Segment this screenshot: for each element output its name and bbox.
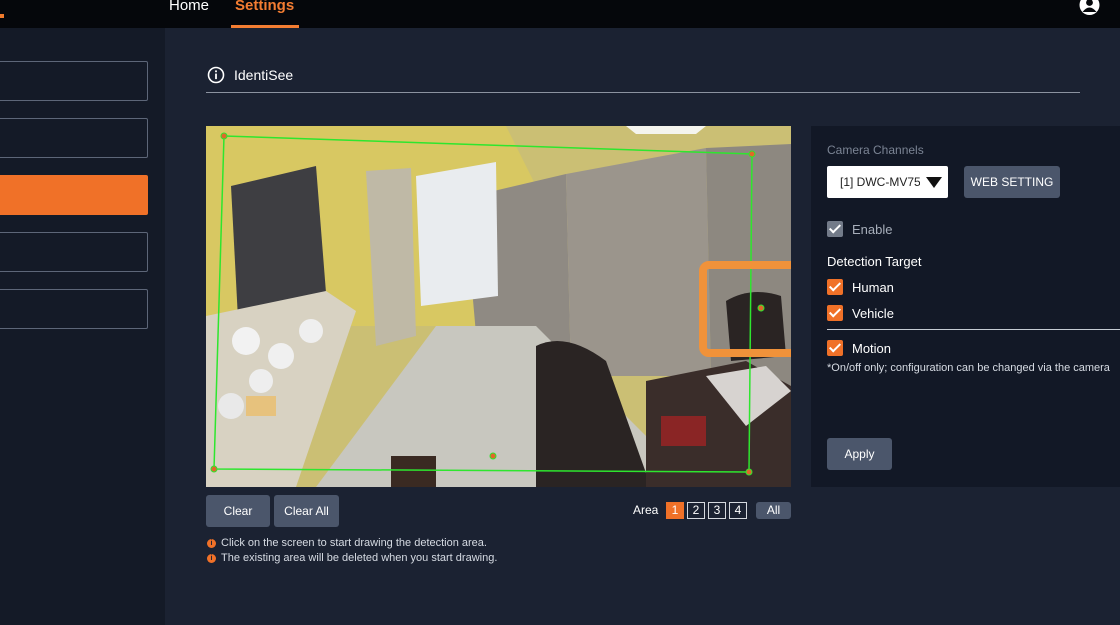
- region-midpoint[interactable]: [757, 304, 765, 312]
- enable-label: Enable: [852, 221, 893, 237]
- camera-channel-value: [1] DWC-MV75': [840, 175, 920, 189]
- hint-text: The existing area will be deleted when y…: [221, 552, 498, 564]
- hint-text: Click on the screen to start drawing the…: [221, 537, 487, 549]
- clear-button[interactable]: Clear: [206, 495, 270, 527]
- hint-note: i Click on the screen to start drawing t…: [207, 537, 487, 549]
- motion-label: Motion: [852, 340, 892, 356]
- panel-divider: [827, 329, 1120, 330]
- chevron-down-icon: [926, 177, 942, 188]
- human-checkbox[interactable]: [827, 279, 843, 295]
- area-2-button[interactable]: 2: [687, 502, 705, 519]
- region-vertex[interactable]: [748, 150, 756, 158]
- clear-all-button[interactable]: Clear All: [274, 495, 339, 527]
- area-3-button[interactable]: 3: [708, 502, 726, 519]
- sidebar-item-1[interactable]: [0, 61, 148, 101]
- info-icon: [207, 66, 225, 84]
- title-divider: [206, 92, 1080, 93]
- region-vertex[interactable]: [220, 132, 228, 140]
- camera-channel-select[interactable]: [1] DWC-MV75': [827, 166, 948, 198]
- sidebar-item-4[interactable]: [0, 232, 148, 272]
- area-1-button[interactable]: 1: [666, 502, 684, 519]
- vehicle-checkbox[interactable]: [827, 305, 843, 321]
- nav-settings[interactable]: Settings: [235, 0, 294, 14]
- hint-note: i The existing area will be deleted when…: [207, 552, 497, 564]
- enable-checkbox[interactable]: [827, 221, 843, 237]
- info-dot-icon: i: [207, 538, 216, 548]
- area-label: Area: [633, 503, 659, 517]
- sidebar: [0, 28, 165, 625]
- detection-region[interactable]: [213, 135, 753, 473]
- user-account-icon[interactable]: [1079, 0, 1100, 16]
- region-vertex[interactable]: [210, 465, 218, 473]
- detection-region-overlay[interactable]: [206, 126, 791, 487]
- page-title: IdentiSee: [234, 67, 294, 83]
- apply-button[interactable]: Apply: [827, 438, 892, 470]
- web-setting-button[interactable]: WEB SETTING: [964, 166, 1060, 198]
- corner-mark: [0, 14, 4, 18]
- region-vertex[interactable]: [745, 468, 753, 476]
- camera-channels-label: Camera Channels: [827, 143, 924, 157]
- sidebar-item-active[interactable]: [0, 175, 148, 215]
- nav-home[interactable]: Home: [169, 0, 209, 14]
- vehicle-label: Vehicle: [852, 305, 894, 321]
- vehicle-row[interactable]: Vehicle: [827, 305, 894, 321]
- motion-note: *On/off only; configuration can be chang…: [827, 362, 1110, 374]
- info-dot-icon: i: [207, 553, 216, 563]
- sidebar-item-5[interactable]: [0, 289, 148, 329]
- detection-target-label: Detection Target: [827, 254, 922, 269]
- region-midpoint[interactable]: [489, 452, 497, 460]
- camera-view[interactable]: [206, 126, 791, 487]
- area-4-button[interactable]: 4: [729, 502, 747, 519]
- top-navigation-bar: Home Settings: [0, 0, 1120, 28]
- human-row[interactable]: Human: [827, 279, 894, 295]
- area-all-button[interactable]: All: [756, 502, 791, 519]
- enable-row[interactable]: Enable: [827, 221, 892, 237]
- highlight-box: [699, 261, 791, 357]
- motion-row[interactable]: Motion: [827, 340, 891, 356]
- human-label: Human: [852, 279, 894, 295]
- sidebar-item-2[interactable]: [0, 118, 148, 158]
- motion-checkbox[interactable]: [827, 340, 843, 356]
